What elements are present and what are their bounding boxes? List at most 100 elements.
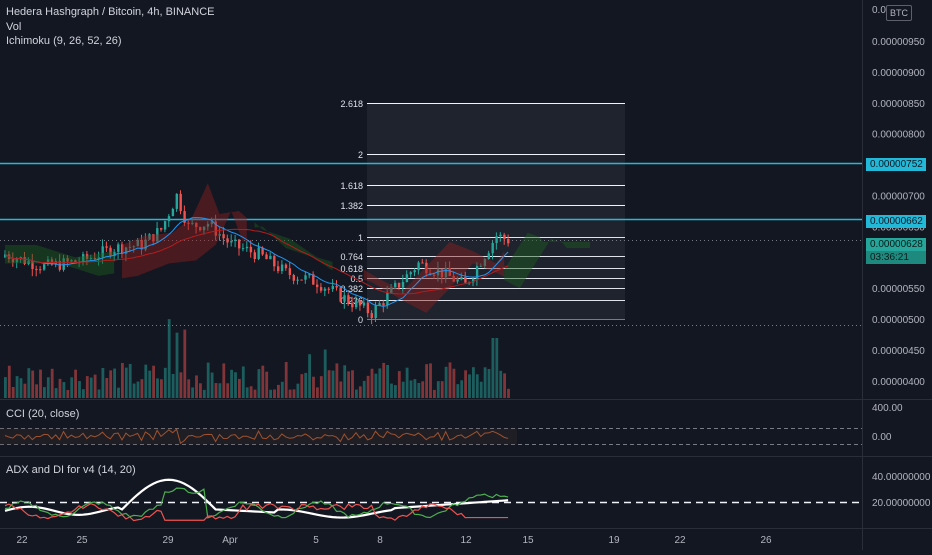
volume-bar: [405, 367, 409, 398]
volume-bar: [277, 384, 280, 398]
volume-bar: [234, 372, 237, 398]
volume-bar: [97, 389, 101, 398]
volume-bar: [249, 386, 253, 398]
volume-bar: [183, 329, 187, 398]
volume-bar: [401, 381, 405, 398]
volume-bar: [409, 380, 413, 398]
candle-body: [323, 288, 327, 291]
volume-bar: [495, 338, 499, 398]
volume-bar: [460, 380, 464, 398]
volume-bar: [327, 370, 331, 398]
chart-canvas[interactable]: 0.00000950 0.00000900 0.00000850 0.00000800…: [0, 0, 932, 550]
volume-bar: [316, 387, 319, 398]
volume-bar: [468, 374, 471, 398]
volume-bar: [66, 389, 70, 398]
candle-body: [386, 292, 389, 306]
volume-bar: [85, 376, 89, 398]
candle-body: [249, 246, 253, 253]
volume-bar: [70, 377, 74, 398]
candle-body: [374, 305, 377, 319]
candle-body: [507, 239, 510, 244]
volume-bar: [89, 377, 93, 398]
candle-body: [499, 234, 502, 237]
volume-bar: [230, 369, 233, 398]
currency-badge[interactable]: BTC: [886, 5, 912, 21]
volume-bar: [448, 362, 452, 398]
candle-body: [358, 300, 362, 306]
candle-body: [288, 268, 292, 276]
volume-bar: [31, 370, 35, 398]
volume-bar: [452, 368, 456, 398]
volume-bar: [171, 373, 175, 398]
volume-legend: Vol: [6, 21, 22, 33]
time-tick-label: 29: [162, 535, 174, 546]
volume-bar: [358, 386, 362, 398]
volume-bar: [475, 374, 479, 398]
candle-body: [269, 255, 272, 260]
volume-bar: [335, 363, 339, 398]
volume-bar: [397, 371, 401, 398]
candle-body: [117, 244, 120, 252]
volume-bar: [394, 385, 397, 398]
volume-bar: [479, 381, 483, 398]
candle-body: [487, 253, 490, 260]
candle-body: [397, 282, 401, 288]
volume-bar: [269, 389, 272, 398]
volume-bar: [191, 387, 194, 398]
volume-bar: [195, 375, 198, 398]
volume-bar: [436, 381, 440, 398]
candle-body: [163, 221, 167, 230]
volume-bar: [74, 369, 77, 398]
volume-bar: [160, 379, 163, 398]
volume-bar: [503, 373, 506, 398]
candle-body: [226, 238, 229, 243]
candle-body: [222, 234, 225, 239]
volume-bar: [507, 388, 510, 398]
candle-body: [43, 264, 46, 270]
volume-bar: [117, 387, 120, 398]
volume-bar: [238, 378, 241, 398]
volume-bar: [491, 338, 495, 398]
volume-bar: [464, 370, 467, 398]
time-tick-label: 26: [760, 535, 772, 546]
volume-bar: [78, 381, 81, 398]
candle-body: [351, 303, 354, 308]
price-tick-label: 0.00000850: [872, 99, 925, 110]
candle-body: [253, 252, 256, 259]
volume-bar: [136, 381, 140, 398]
volume-bar: [433, 389, 436, 398]
volume-bar: [105, 377, 109, 398]
volume-bar: [308, 354, 311, 398]
candle-body: [175, 193, 178, 209]
volume-bar: [390, 383, 393, 398]
volume-bar: [300, 374, 304, 398]
candle-body: [238, 239, 241, 249]
fib-level-label: 1.382: [340, 201, 363, 211]
candle-body: [413, 270, 416, 273]
volume-bar: [288, 389, 292, 398]
chart-stage[interactable]: 0.00000950 0.00000900 0.00000850 0.00000800…: [0, 0, 932, 550]
candle-body: [421, 262, 424, 264]
adx-legend: ADX and DI for v4 (14, 20): [6, 464, 136, 476]
volume-bar: [257, 369, 261, 398]
volume-bar: [374, 373, 378, 398]
volume-bar: [366, 375, 370, 398]
last-price-tag: 0.00000628: [866, 238, 926, 251]
volume-bar: [179, 372, 183, 398]
volume-bar: [7, 365, 11, 398]
volume-bar: [39, 369, 42, 398]
price-tick-label: 0.00000450: [872, 346, 925, 357]
volume-bar: [218, 383, 222, 398]
volume-bar: [101, 367, 105, 398]
volume-bar: [202, 389, 206, 398]
fib-level-label: 1.618: [340, 181, 363, 191]
volume-bar: [456, 384, 460, 398]
price-tag-upper-line: 0.00000752: [866, 158, 926, 171]
volume-bar: [175, 332, 179, 398]
volume-bar: [82, 389, 85, 398]
volume-bar: [382, 362, 386, 398]
volume-bar: [386, 364, 389, 398]
price-tick-label: 0.00000550: [872, 284, 925, 295]
ichimoku-cloud-bull: [254, 222, 333, 271]
candle-body: [409, 272, 412, 275]
